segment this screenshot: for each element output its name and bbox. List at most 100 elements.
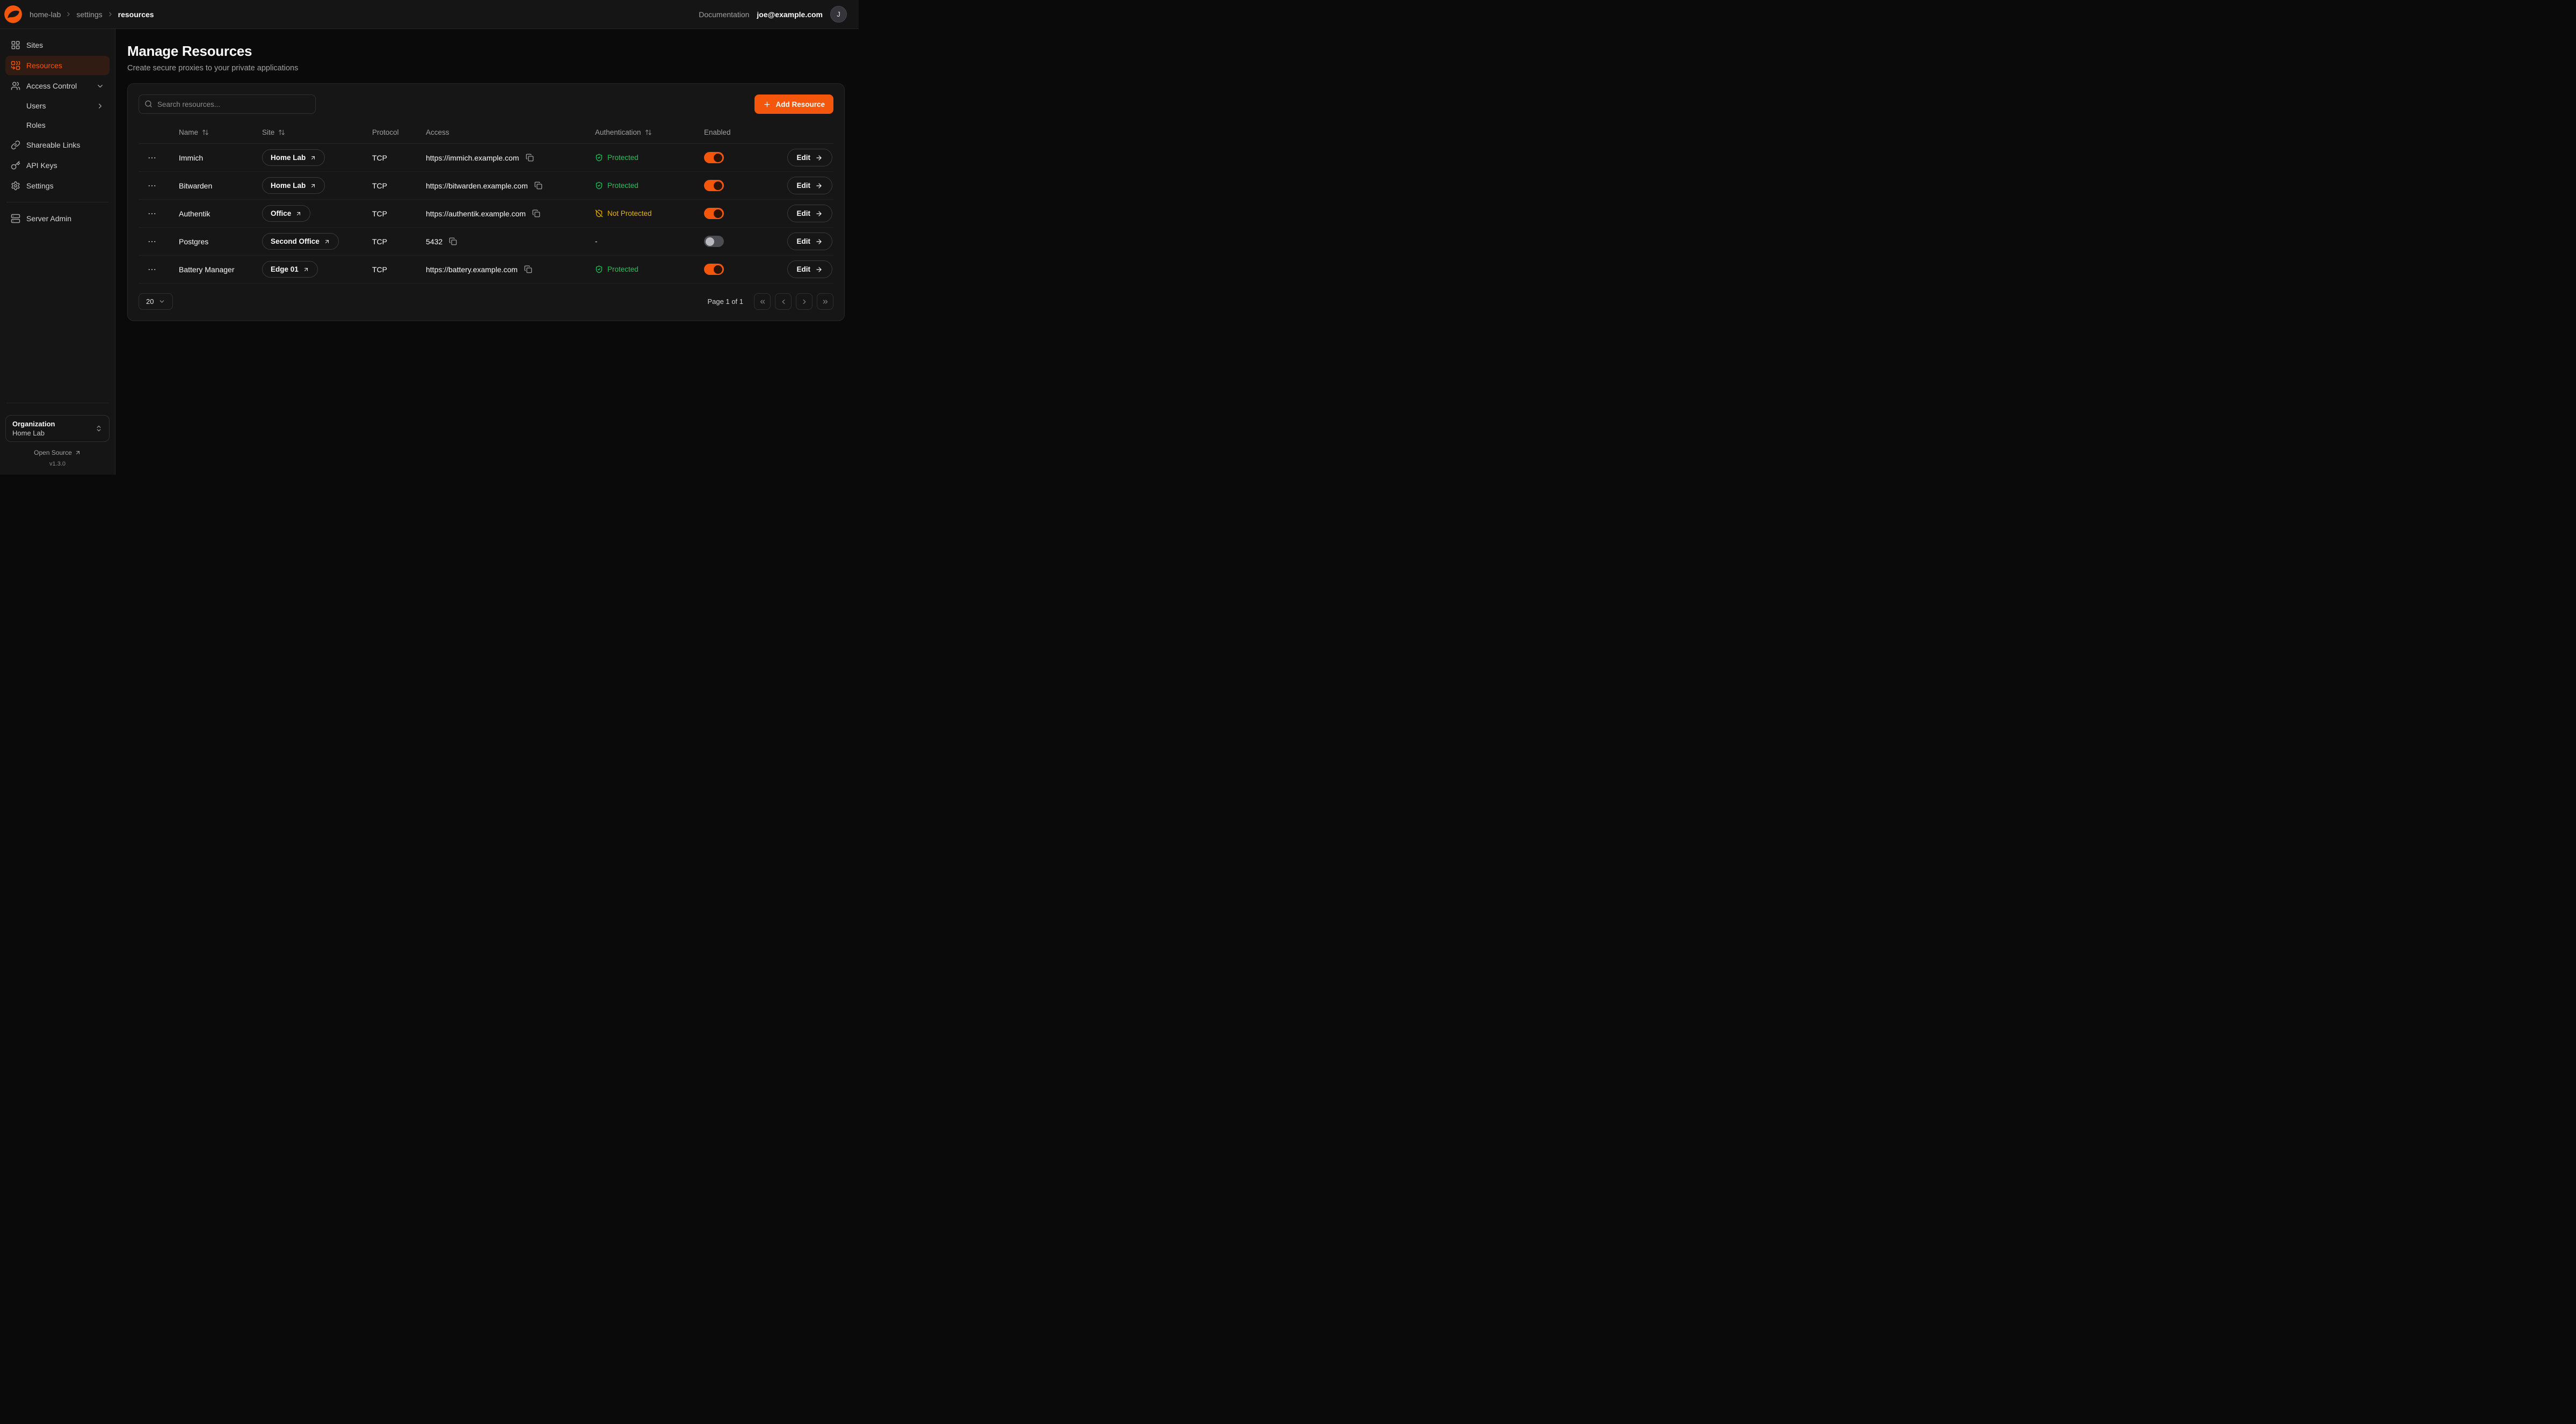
- add-resource-button[interactable]: Add Resource: [754, 95, 833, 114]
- previous-page-button[interactable]: [775, 293, 792, 310]
- breadcrumb-settings[interactable]: settings: [76, 10, 102, 19]
- copy-button[interactable]: [533, 180, 544, 191]
- column-header-name[interactable]: Name: [165, 128, 249, 136]
- protocol: TCP: [359, 181, 412, 190]
- external-link-icon: [295, 210, 302, 217]
- sidebar-item-settings[interactable]: Settings: [5, 176, 110, 195]
- last-page-button[interactable]: [817, 293, 833, 310]
- resource-name: Bitwarden: [165, 181, 249, 190]
- auth-status: Protected: [595, 181, 638, 190]
- column-header-authentication[interactable]: Authentication: [582, 128, 691, 136]
- resource-name: Battery Manager: [165, 265, 249, 274]
- sidebar-item-shareable-links[interactable]: Shareable Links: [5, 135, 110, 155]
- resources-card: Add Resource Name Site Protocol: [127, 83, 845, 321]
- edit-button[interactable]: Edit: [787, 205, 833, 222]
- add-resource-label: Add Resource: [775, 100, 825, 108]
- chevrons-right-icon: [822, 298, 829, 306]
- site-link[interactable]: Edge 01: [262, 261, 318, 278]
- sidebar-item-server-admin[interactable]: Server Admin: [5, 209, 110, 228]
- search-input[interactable]: [139, 95, 316, 114]
- table-row: Immich Home Lab TCP https://immich.examp…: [139, 144, 833, 172]
- copy-button[interactable]: [447, 236, 459, 247]
- table-header: Name Site Protocol Access Authenticati: [139, 121, 833, 144]
- table-row: Battery Manager Edge 01 TCP https://batt…: [139, 256, 833, 284]
- row-actions-button[interactable]: [145, 151, 159, 165]
- site-name: Edge 01: [271, 265, 299, 273]
- resources-toolbar: Add Resource: [139, 95, 833, 114]
- version-label: v1.3.0: [5, 461, 110, 467]
- sidebar-item-users[interactable]: Users: [5, 97, 110, 115]
- chevrons-left-icon: [759, 298, 766, 306]
- breadcrumb-current[interactable]: resources: [118, 10, 154, 19]
- column-header-site[interactable]: Site: [249, 128, 359, 136]
- user-avatar[interactable]: J: [830, 6, 847, 23]
- row-actions-button[interactable]: [145, 235, 159, 249]
- copy-icon: [449, 237, 457, 245]
- row-actions-button[interactable]: [145, 263, 159, 277]
- app-logo[interactable]: [4, 5, 22, 23]
- sidebar-item-label: Settings: [26, 181, 54, 190]
- page-size-select[interactable]: 20: [139, 293, 173, 310]
- site-link[interactable]: Home Lab: [262, 177, 325, 194]
- organization-selector[interactable]: Organization Home Lab: [5, 415, 110, 442]
- combine-icon: [11, 61, 20, 70]
- arrow-right-icon: [815, 266, 823, 273]
- arrow-right-icon: [815, 238, 823, 245]
- table-footer: 20 Page 1 of 1: [139, 293, 833, 310]
- main-content: Manage Resources Create secure proxies t…: [115, 29, 859, 475]
- auth-status: Protected: [595, 154, 638, 162]
- protocol: TCP: [359, 237, 412, 246]
- sidebar-item-label: API Keys: [26, 161, 57, 170]
- sidebar-item-roles[interactable]: Roles: [5, 116, 110, 134]
- enabled-toggle[interactable]: [704, 180, 724, 191]
- shield-check-icon: [595, 265, 603, 273]
- auth-status: Not Protected: [595, 209, 652, 217]
- site-name: Home Lab: [271, 181, 306, 190]
- sort-icon: [278, 129, 285, 136]
- enabled-toggle[interactable]: [704, 208, 724, 219]
- first-page-button[interactable]: [754, 293, 771, 310]
- toggle-knob: [714, 181, 722, 190]
- toggle-knob: [714, 154, 722, 162]
- external-link-icon: [75, 449, 81, 456]
- chevron-right-icon: [96, 102, 104, 110]
- copy-button[interactable]: [531, 208, 542, 219]
- edit-button[interactable]: Edit: [787, 149, 833, 166]
- resource-name: Immich: [165, 154, 249, 162]
- sidebar-item-sites[interactable]: Sites: [5, 35, 110, 55]
- sidebar-item-label: Roles: [26, 121, 46, 129]
- edit-button[interactable]: Edit: [787, 260, 833, 278]
- ellipsis-icon: [147, 265, 157, 274]
- site-link[interactable]: Office: [262, 205, 310, 222]
- chevron-down-icon: [96, 82, 104, 90]
- open-source-label: Open Source: [34, 449, 72, 456]
- copy-button[interactable]: [524, 152, 535, 163]
- avatar-initial: J: [837, 10, 840, 18]
- site-link[interactable]: Second Office: [262, 233, 339, 250]
- arrow-right-icon: [815, 210, 823, 217]
- site-link[interactable]: Home Lab: [262, 149, 325, 166]
- edit-button[interactable]: Edit: [787, 177, 833, 194]
- page-info: Page 1 of 1: [708, 297, 744, 306]
- chevrons-up-down-icon: [95, 425, 103, 432]
- next-page-button[interactable]: [796, 293, 812, 310]
- sidebar-item-resources[interactable]: Resources: [5, 56, 110, 75]
- enabled-toggle[interactable]: [704, 264, 724, 275]
- documentation-link[interactable]: Documentation: [699, 10, 749, 19]
- site-name: Office: [271, 209, 291, 217]
- access-port: 5432: [426, 237, 442, 246]
- open-source-link[interactable]: Open Source: [34, 449, 81, 456]
- sidebar-item-api-keys[interactable]: API Keys: [5, 156, 110, 175]
- site-name: Home Lab: [271, 154, 306, 162]
- enabled-toggle[interactable]: [704, 236, 724, 247]
- sidebar-item-access-control[interactable]: Access Control: [5, 76, 110, 96]
- edit-button[interactable]: Edit: [787, 233, 833, 250]
- enabled-toggle[interactable]: [704, 152, 724, 163]
- row-actions-button[interactable]: [145, 179, 159, 193]
- copy-button[interactable]: [523, 264, 534, 275]
- user-email: joe@example.com: [757, 10, 823, 19]
- row-actions-button[interactable]: [145, 207, 159, 221]
- breadcrumb-org[interactable]: home-lab: [30, 10, 61, 19]
- external-link-icon: [324, 238, 330, 245]
- access-url: https://immich.example.com: [426, 154, 519, 162]
